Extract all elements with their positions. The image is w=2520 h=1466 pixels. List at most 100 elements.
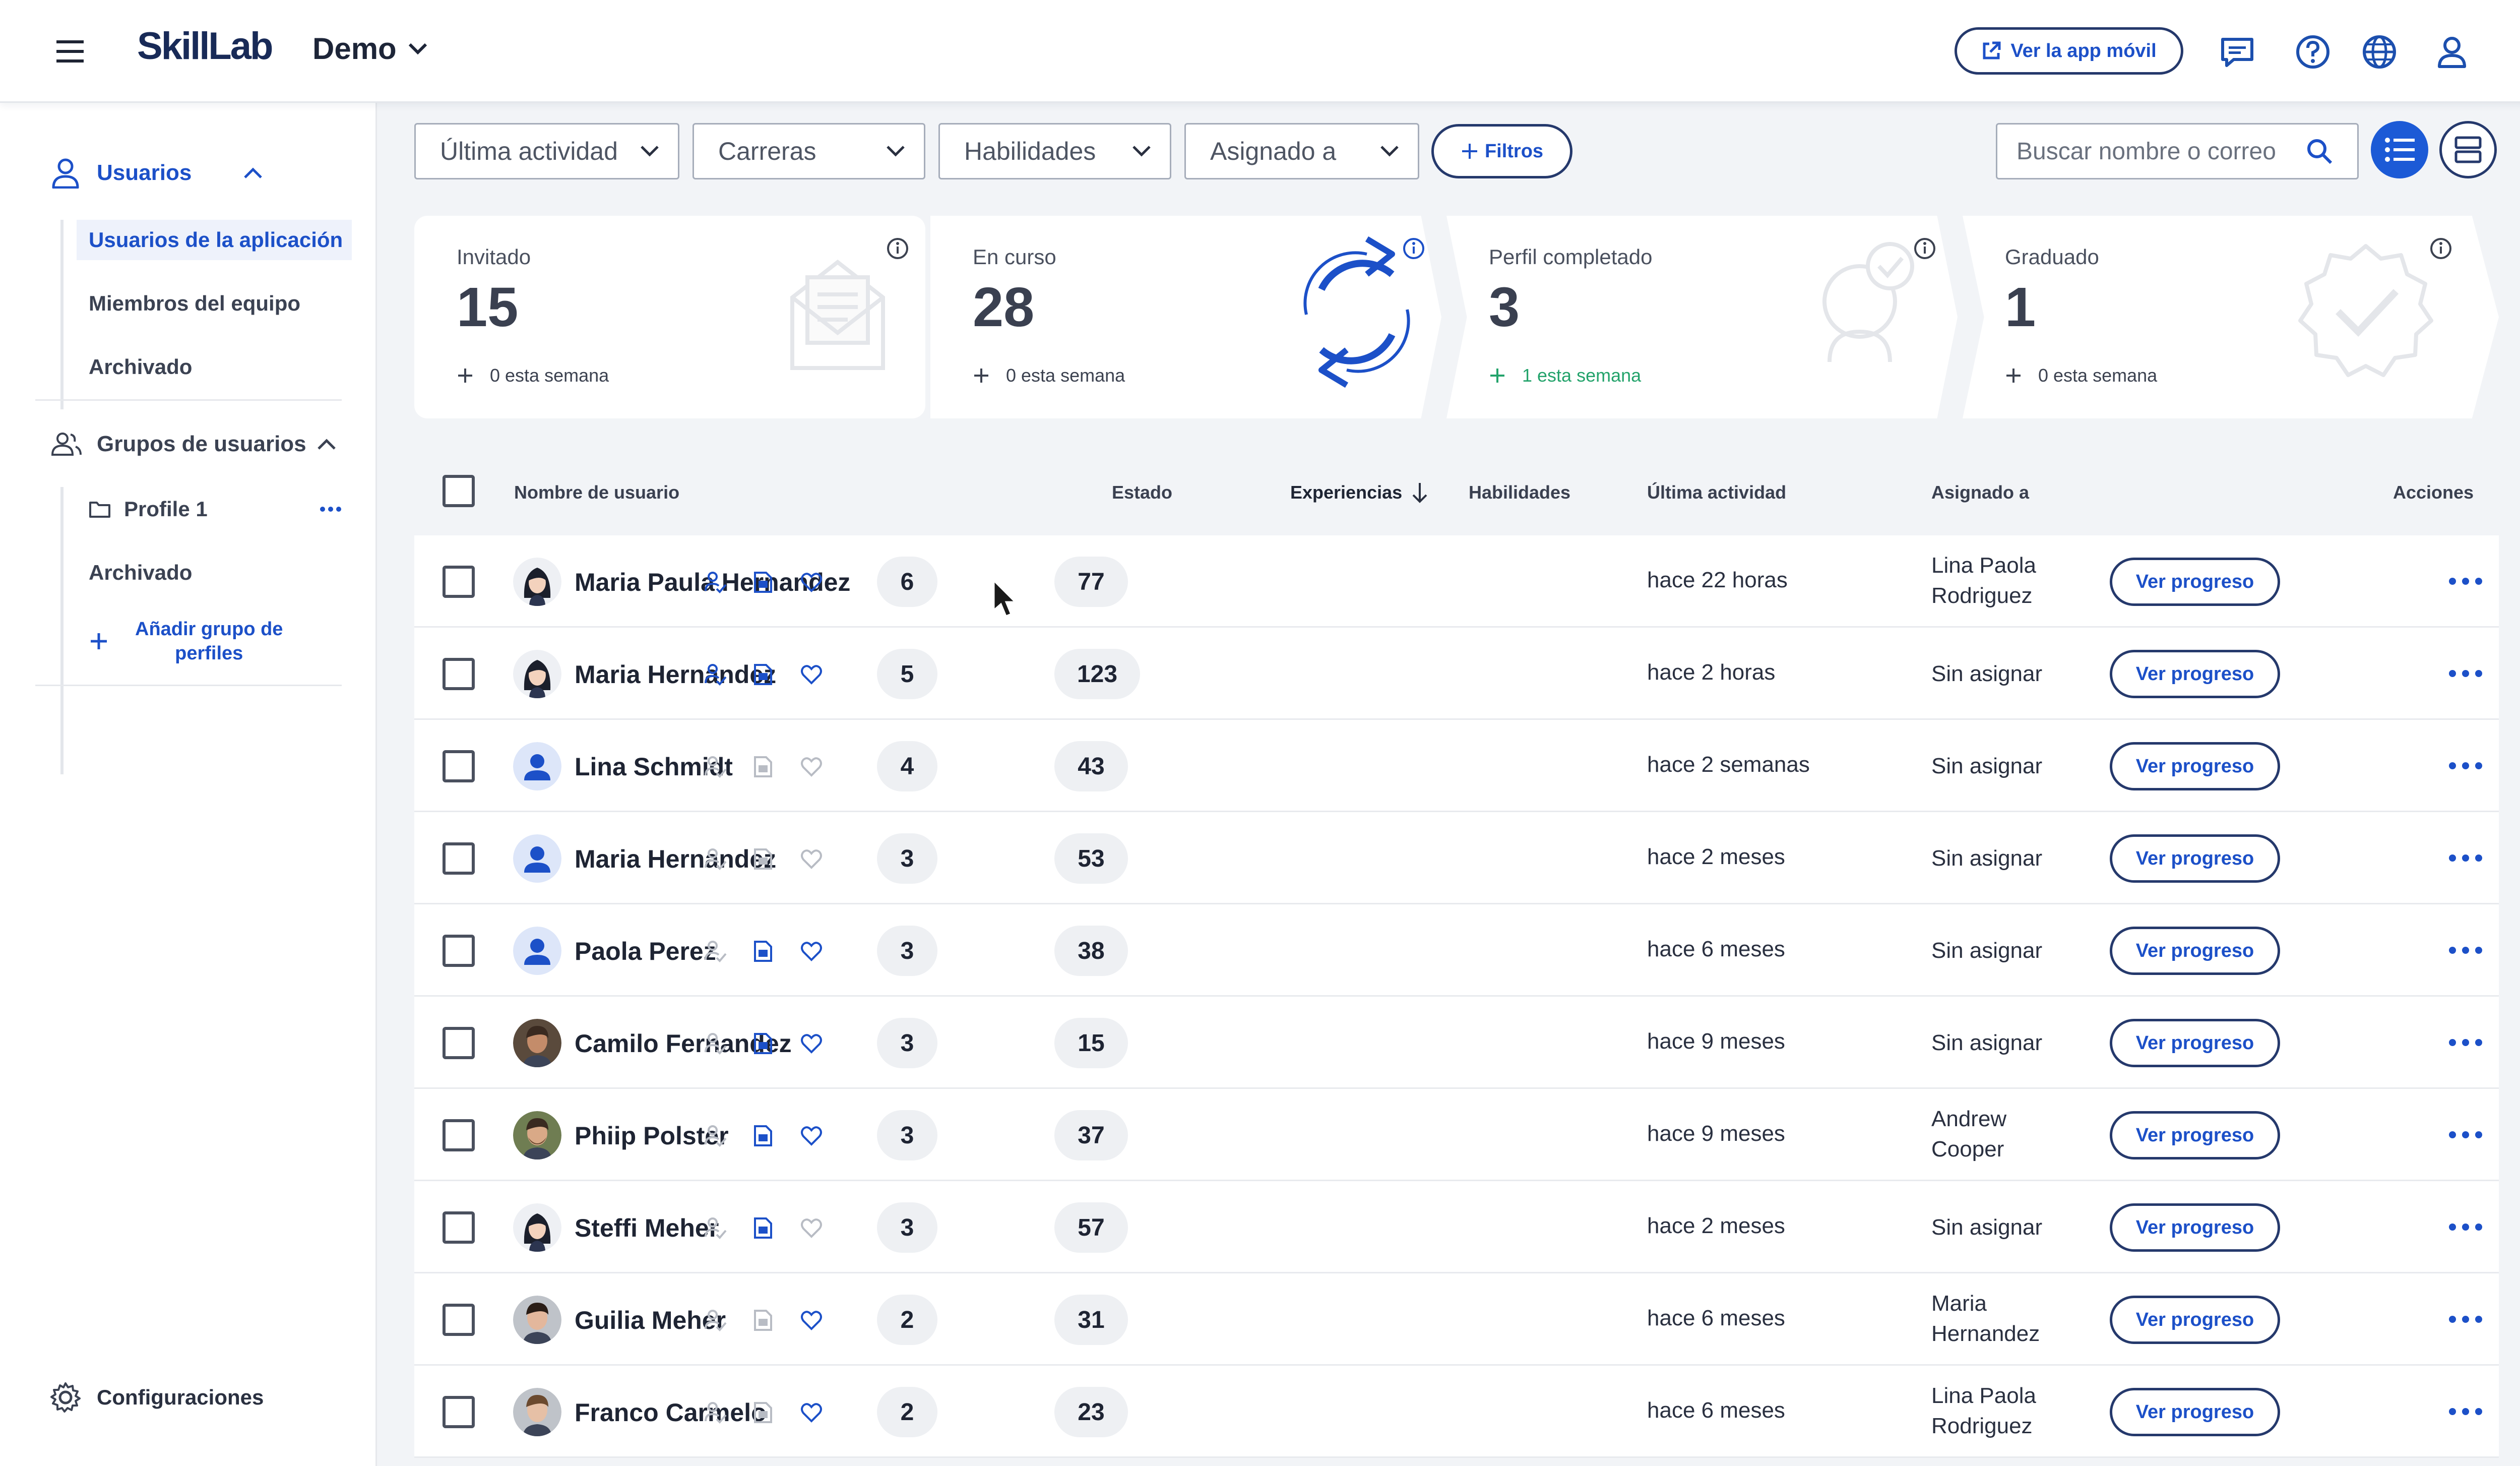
sidebar-users-label: Usuarios [97, 160, 192, 185]
table-row[interactable]: Maria Hernandez 5 123 hace 2 horas Sin asign… [414, 628, 2499, 720]
hamburger-menu-icon[interactable] [56, 38, 84, 65]
more-options-icon[interactable] [2445, 1219, 2486, 1235]
user-name[interactable]: Franco Carmelo [575, 1398, 767, 1427]
sidebar-item-archived-users[interactable]: Archivado [77, 347, 192, 387]
view-progress-button[interactable]: Ver progreso [2110, 558, 2280, 606]
view-progress-button[interactable]: Ver progreso [2110, 742, 2280, 790]
user-check-icon [705, 1217, 727, 1239]
filter-last-activity[interactable]: Última actividad [414, 123, 679, 179]
view-progress-button[interactable]: Ver progreso [2110, 1203, 2280, 1252]
user-name[interactable]: Maria Hernandez [575, 660, 776, 689]
more-options-icon[interactable] [2445, 1035, 2486, 1050]
more-filters-button[interactable]: Filtros [1431, 124, 1572, 178]
more-options-icon[interactable] [320, 506, 342, 512]
assigned-to: Sin asignar [1931, 843, 2042, 874]
status-card-in-progress[interactable]: En curso 28 0 esta semana [930, 216, 1441, 418]
chevron-up-icon[interactable] [243, 166, 263, 179]
card-weekly-change: 0 esta semana [2038, 365, 2158, 386]
more-options-icon[interactable] [2445, 1404, 2486, 1419]
user-check-icon [705, 1033, 727, 1055]
filter-skills[interactable]: Habilidades [938, 123, 1171, 179]
sidebar-item-app-users[interactable]: Usuarios de la aplicación [77, 220, 352, 260]
user-icon [52, 158, 79, 189]
table-row[interactable]: Steffi Meher 3 57 hace 2 meses Sin asignar Ve… [414, 1181, 2499, 1273]
table-row[interactable]: Maria Hernandez 3 53 hace 2 meses Sin asigna… [414, 812, 2499, 904]
column-header-name[interactable]: Nombre de usuario [514, 482, 679, 503]
assigned-to-line2: Cooper [1931, 1137, 2004, 1162]
more-options-icon[interactable] [2445, 943, 2486, 958]
column-header-last-activity[interactable]: Última actividad [1647, 482, 1786, 503]
experiences-count: 3 [877, 926, 937, 976]
sidebar-groups-heading[interactable]: Grupos de usuarios [50, 432, 337, 457]
row-checkbox[interactable] [443, 1027, 475, 1059]
row-checkbox[interactable] [443, 842, 475, 875]
view-progress-button[interactable]: Ver progreso [2110, 1111, 2280, 1159]
sidebar-users-heading[interactable]: Usuarios [50, 157, 263, 189]
sidebar-item-archived-groups[interactable]: Archivado [77, 553, 192, 593]
table-row[interactable]: Guilia Meher 2 31 hace 6 meses Maria Hernande… [414, 1273, 2499, 1366]
row-checkbox[interactable] [443, 1211, 475, 1244]
row-checkbox[interactable] [443, 935, 475, 967]
column-header-status[interactable]: Estado [1112, 482, 1172, 503]
table-row[interactable]: Maria Paula Hernandez 6 77 hace 22 horas Lin… [414, 535, 2499, 628]
table-row[interactable]: Paola Perez 3 38 hace 6 meses Sin asignar Ver… [414, 904, 2499, 997]
chat-icon[interactable] [2220, 34, 2255, 70]
more-options-icon[interactable] [2445, 850, 2486, 866]
table-row[interactable]: Camilo Fernandez 3 15 hace 9 meses Sin asign… [414, 997, 2499, 1089]
view-progress-button[interactable]: Ver progreso [2110, 650, 2280, 698]
sidebar-item-team-members[interactable]: Miembros del equipo [77, 283, 300, 324]
sidebar-item-group-profile-1[interactable]: Profile 1 [77, 489, 352, 529]
more-options-icon[interactable] [2445, 758, 2486, 773]
chevron-up-icon[interactable] [317, 438, 337, 451]
card-view-button[interactable] [2439, 121, 2497, 178]
table-row[interactable]: Phiip Polster 3 37 hace 9 meses Andrew Cooper… [414, 1089, 2499, 1181]
view-progress-button[interactable]: Ver progreso [2110, 927, 2280, 975]
status-card-graduated[interactable]: Graduado 1 0 esta semana [1963, 216, 2499, 418]
user-name[interactable]: Steffi Meher [575, 1213, 719, 1243]
search-input[interactable] [2015, 134, 2288, 169]
mobile-app-button[interactable]: Ver la app móvil [1955, 27, 2183, 75]
select-all-checkbox[interactable] [443, 475, 475, 507]
list-view-button[interactable] [2371, 121, 2428, 178]
column-header-skills[interactable]: Habilidades [1469, 482, 1570, 503]
view-progress-button[interactable]: Ver progreso [2110, 1388, 2280, 1436]
assigned-to: Sin asignar [1931, 659, 2042, 689]
more-options-icon[interactable] [2445, 1127, 2486, 1142]
folder-icon [89, 502, 110, 518]
assigned-to: Andrew Cooper [1931, 1104, 2006, 1165]
table-row[interactable]: Franco Carmelo 2 23 hace 6 meses Lina Paola R… [414, 1366, 2499, 1458]
user-check-icon [705, 848, 727, 870]
brand-logo[interactable]: SkillLab [137, 24, 273, 68]
add-profile-group-button[interactable]: Añadir grupo de perfiles [89, 611, 351, 671]
row-checkbox[interactable] [443, 658, 475, 690]
more-options-icon[interactable] [2445, 666, 2486, 681]
column-header-assigned[interactable]: Asignado a [1931, 482, 2029, 503]
settings-link[interactable]: Configuraciones [49, 1381, 264, 1414]
column-header-experiences[interactable]: Experiencias [1290, 482, 1428, 503]
row-checkbox[interactable] [443, 566, 475, 598]
document-experience-icon [754, 756, 772, 777]
view-progress-button[interactable]: Ver progreso [2110, 1296, 2280, 1344]
row-checkbox[interactable] [443, 1119, 475, 1151]
table-row[interactable]: Lina Schmidt 4 43 hace 2 semanas Sin asignar… [414, 720, 2499, 812]
filter-assigned[interactable]: Asignado a [1184, 123, 1419, 179]
status-card-profile-completed[interactable]: Perfil completado 3 1 esta semana [1446, 216, 1958, 418]
status-card-invited[interactable]: Invitado 15 0 esta semana [414, 216, 925, 418]
user-account-icon[interactable] [2434, 34, 2470, 70]
globe-icon[interactable] [2362, 34, 2397, 70]
view-progress-button[interactable]: Ver progreso [2110, 834, 2280, 883]
view-progress-button[interactable]: Ver progreso [2110, 1019, 2280, 1067]
search-icon[interactable] [2306, 138, 2333, 165]
avatar [513, 1388, 561, 1436]
workspace-selector[interactable]: Demo [312, 31, 428, 66]
row-checkbox[interactable] [443, 1304, 475, 1336]
heart-icon [801, 665, 822, 685]
more-options-icon[interactable] [2445, 574, 2486, 589]
row-checkbox[interactable] [443, 1396, 475, 1428]
user-name[interactable]: Paola Perez [575, 937, 716, 966]
more-options-icon[interactable] [2445, 1312, 2486, 1327]
row-checkbox[interactable] [443, 750, 475, 782]
filter-careers[interactable]: Carreras [692, 123, 925, 179]
help-icon[interactable] [2295, 34, 2330, 70]
user-name[interactable]: Maria Hernandez [575, 844, 776, 874]
